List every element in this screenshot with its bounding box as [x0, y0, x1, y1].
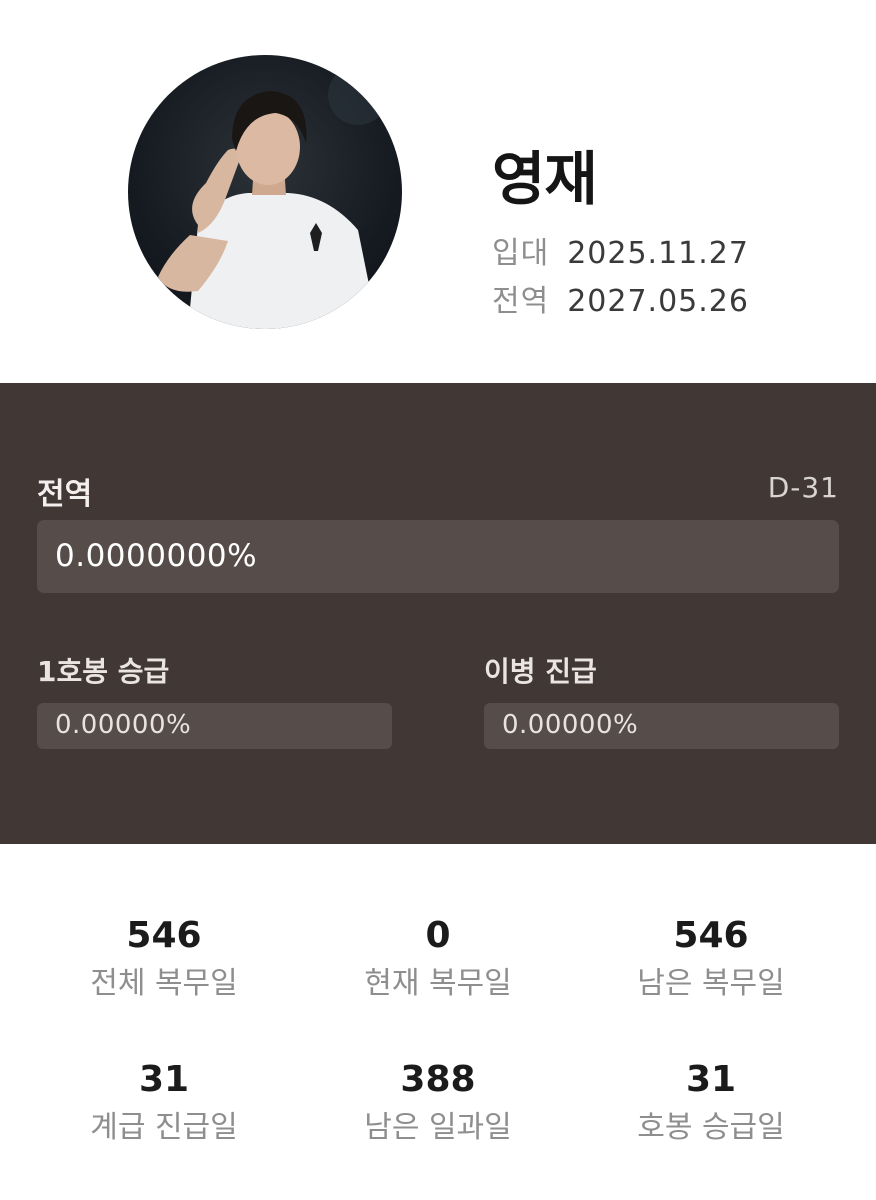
stat-label: 현재 복무일 — [364, 966, 512, 1001]
enlist-date: 2025.11.27 — [567, 236, 749, 271]
stat-pay-grade-promotion-days: 31 호봉 승급일 — [565, 1058, 857, 1148]
service-stats-grid: 546 전체 복무일 0 현재 복무일 546 남은 복무일 31 계급 진급일… — [0, 844, 876, 1200]
stat-value: 388 — [400, 1059, 476, 1100]
stat-label: 호봉 승급일 — [637, 1110, 785, 1145]
discharge-date: 2027.05.26 — [567, 284, 749, 319]
stat-current-service-days: 0 현재 복무일 — [292, 914, 584, 1004]
discharge-counter-screen: 영재 입대 2025.11.27 전역 2027.05.26 전역 D-31 0.0… — [0, 0, 876, 1200]
stat-remaining-workdays: 388 남은 일과일 — [292, 1058, 584, 1148]
discharge-label: 전역 — [492, 284, 550, 319]
profile-header: 영재 입대 2025.11.27 전역 2027.05.26 — [0, 0, 876, 383]
progress-panel: 전역 D-31 0.0000000% 1호봉 승급 이병 진급 0.00000%… — [0, 383, 876, 844]
discharge-progress-value: 0.0000000% — [55, 538, 258, 574]
dday-counter: D-31 — [767, 471, 839, 504]
pay-grade-progress-title: 1호봉 승급 — [37, 655, 170, 688]
stat-label: 계급 진급일 — [90, 1110, 238, 1145]
stat-value: 546 — [126, 915, 202, 956]
stat-value: 546 — [673, 915, 749, 956]
rank-promotion-progress-bar[interactable]: 0.00000% — [484, 703, 839, 749]
enlist-label: 입대 — [492, 236, 550, 271]
stat-value: 31 — [138, 1059, 190, 1100]
stat-value: 0 — [425, 915, 451, 956]
stat-label: 전체 복무일 — [90, 966, 238, 1001]
discharge-progress-title: 전역 — [37, 477, 93, 512]
pay-grade-progress-value: 0.00000% — [55, 710, 192, 740]
stat-rank-promotion-days: 31 계급 진급일 — [18, 1058, 310, 1148]
stat-total-service-days: 546 전체 복무일 — [18, 914, 310, 1004]
rank-promotion-progress-title: 이병 진급 — [484, 655, 597, 688]
stat-label: 남은 일과일 — [364, 1110, 512, 1145]
profile-avatar[interactable] — [128, 55, 402, 329]
stat-label: 남은 복무일 — [637, 966, 785, 1001]
discharge-date-row: 전역 2027.05.26 — [492, 276, 749, 320]
stat-remaining-service-days: 546 남은 복무일 — [565, 914, 857, 1004]
stat-value: 31 — [685, 1059, 737, 1100]
rank-promotion-progress-value: 0.00000% — [502, 710, 639, 740]
avatar-photo — [158, 65, 388, 329]
profile-name: 영재 — [492, 145, 598, 213]
pay-grade-progress-bar[interactable]: 0.00000% — [37, 703, 392, 749]
enlist-date-row: 입대 2025.11.27 — [492, 228, 749, 272]
discharge-progress-bar[interactable]: 0.0000000% — [37, 520, 839, 593]
